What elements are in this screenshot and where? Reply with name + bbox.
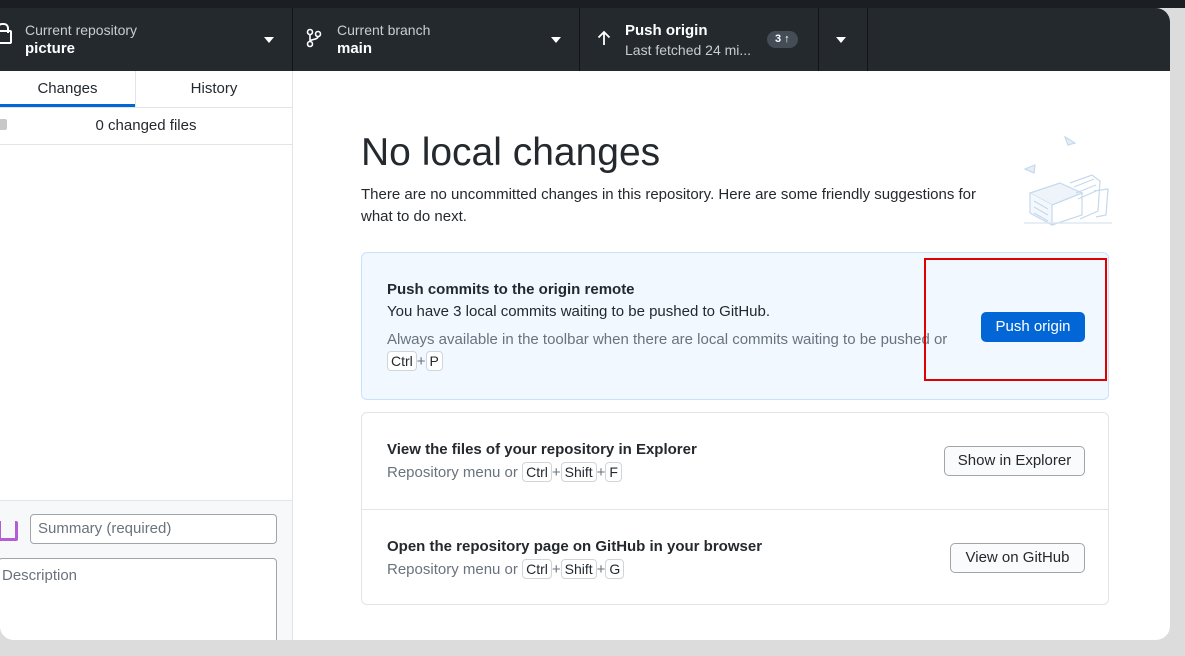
toolbar: Current repository picture Current branc… [0,8,1170,71]
github-suggestion: Open the repository page on GitHub in yo… [362,509,1108,606]
push-card-text: You have 3 local commits waiting to be p… [387,303,770,320]
github-card-hint: Repository menu or Ctrl + Shift + G [387,559,967,581]
suggestions-list: View the files of your repository in Exp… [361,412,1109,605]
shortcut-key-p: P [425,351,443,371]
push-options-dropdown[interactable] [819,8,868,71]
view-on-github-button[interactable]: View on GitHub [950,543,1085,573]
page-title: No local changes [361,131,661,174]
lock-icon [0,23,12,44]
chevron-down-icon [836,37,846,43]
chevron-down-icon [551,37,561,43]
current-branch-label: Current branch [337,22,431,38]
push-origin-title: Push origin [625,22,708,39]
shortcut-key-ctrl: Ctrl [522,462,552,482]
shortcut-key-ctrl: Ctrl [522,559,552,579]
avatar [0,521,18,541]
description-input[interactable]: Description [0,558,277,640]
push-origin-button[interactable]: Push origin Last fetched 24 mi... 3 ↑ [580,8,819,71]
shortcut-key-f: F [605,462,622,482]
explorer-card-title: View the files of your repository in Exp… [387,441,697,458]
github-card-title: Open the repository page on GitHub in yo… [387,538,763,555]
commit-message-area: Summary (required) Description [0,500,292,640]
push-card-hint: Always available in the toolbar when the… [387,331,948,371]
tab-changes[interactable]: Changes [0,71,135,107]
chevron-down-icon [264,37,274,43]
page-description: There are no uncommitted changes in this… [361,186,977,225]
arrow-up-icon [597,30,611,45]
highlight-box [924,258,1107,381]
shortcut-key-shift: Shift [560,559,597,579]
tab-history[interactable]: History [135,71,292,107]
push-card-title: Push commits to the origin remote [387,281,635,298]
shortcut-key-shift: Shift [560,462,597,482]
current-repository-label: Current repository [25,22,138,38]
repository-name: picture [25,40,76,57]
explorer-card-hint-text: Repository menu or [387,464,518,481]
sidebar-tabs: Changes History [0,71,292,108]
current-repository-dropdown[interactable]: Current repository picture [0,8,293,71]
show-in-explorer-button[interactable]: Show in Explorer [944,446,1085,476]
commits-ahead-badge: 3 ↑ [767,31,798,48]
explorer-suggestion: View the files of your repository in Exp… [362,413,1108,509]
last-fetched-text: Last fetched 24 mi... [625,42,752,58]
title-bar-strip [0,0,1185,8]
branch-icon [306,28,322,48]
main-panel: No local changes There are no uncommitte… [293,71,1170,640]
branch-name: main [337,40,373,57]
app-window: Current repository picture Current branc… [0,8,1170,640]
explorer-card-hint: Repository menu or Ctrl + Shift + F [387,462,967,484]
push-card-hint-text: Always available in the toolbar when the… [387,331,948,348]
sidebar: Changes History 0 changed files Summary … [0,71,293,640]
empty-state-illustration [1023,135,1112,226]
summary-input[interactable]: Summary (required) [30,514,277,544]
current-branch-dropdown[interactable]: Current branch main [293,8,580,71]
changed-files-count: 0 changed files [0,108,292,145]
github-card-hint-text: Repository menu or [387,561,518,578]
shortcut-key-ctrl: Ctrl [387,351,417,371]
shortcut-key-g: G [605,559,625,579]
